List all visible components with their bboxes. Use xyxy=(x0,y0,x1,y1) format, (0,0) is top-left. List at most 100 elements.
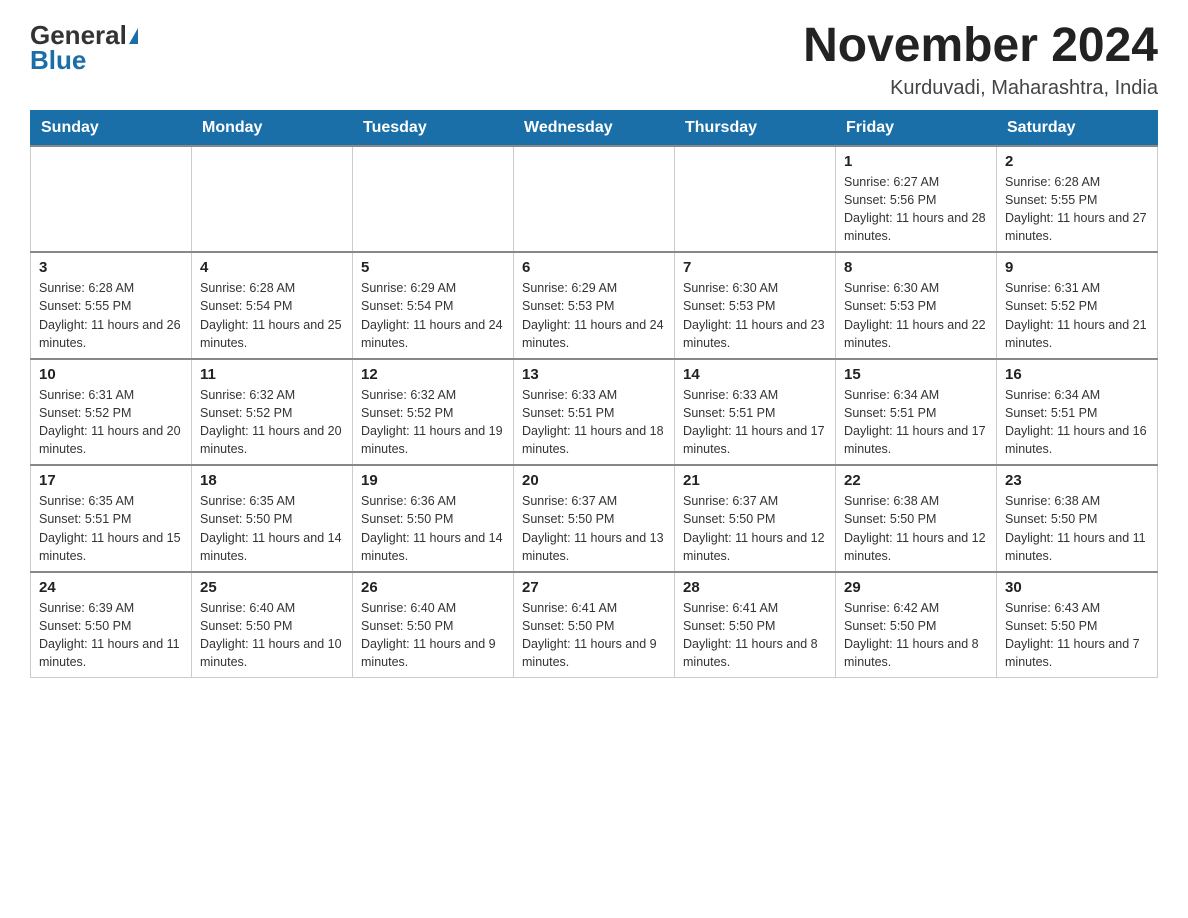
day-info: Sunrise: 6:38 AMSunset: 5:50 PMDaylight:… xyxy=(844,492,988,565)
day-info: Sunrise: 6:32 AMSunset: 5:52 PMDaylight:… xyxy=(200,386,344,459)
week-row-2: 3 Sunrise: 6:28 AMSunset: 5:55 PMDaylight… xyxy=(31,252,1158,359)
day-number: 14 xyxy=(683,366,827,383)
day-number: 7 xyxy=(683,259,827,276)
day-number: 13 xyxy=(522,366,666,383)
day-cell: 21 Sunrise: 6:37 AMSunset: 5:50 PMDayligh… xyxy=(675,465,836,572)
day-cell: 25Sunrise: 6:40 AMSunset: 5:50 PMDayligh… xyxy=(192,572,353,678)
header-day-thursday: Thursday xyxy=(675,110,836,146)
day-number: 1 xyxy=(844,153,988,170)
day-info: Sunrise: 6:31 AMSunset: 5:52 PMDaylight:… xyxy=(1005,279,1149,352)
day-number: 25 xyxy=(200,579,344,596)
day-cell: 5 Sunrise: 6:29 AMSunset: 5:54 PMDaylight… xyxy=(353,252,514,359)
day-info: Sunrise: 6:39 AMSunset: 5:50 PMDaylight:… xyxy=(39,599,183,672)
day-cell: 12 Sunrise: 6:32 AMSunset: 5:52 PMDayligh… xyxy=(353,359,514,466)
week-row-4: 17 Sunrise: 6:35 AMSunset: 5:51 PMDayligh… xyxy=(31,465,1158,572)
day-info: Sunrise: 6:36 AMSunset: 5:50 PMDaylight:… xyxy=(361,492,505,565)
header-day-sunday: Sunday xyxy=(31,110,192,146)
day-number: 29 xyxy=(844,579,988,596)
day-cell: 20 Sunrise: 6:37 AMSunset: 5:50 PMDayligh… xyxy=(514,465,675,572)
day-number: 17 xyxy=(39,472,183,489)
day-number: 3 xyxy=(39,259,183,276)
day-cell xyxy=(31,146,192,253)
day-cell xyxy=(675,146,836,253)
day-number: 26 xyxy=(361,579,505,596)
day-info: Sunrise: 6:29 AMSunset: 5:53 PMDaylight:… xyxy=(522,279,666,352)
day-cell: 3 Sunrise: 6:28 AMSunset: 5:55 PMDaylight… xyxy=(31,252,192,359)
day-number: 4 xyxy=(200,259,344,276)
day-cell: 15 Sunrise: 6:34 AMSunset: 5:51 PMDayligh… xyxy=(836,359,997,466)
day-cell: 29 Sunrise: 6:42 AMSunset: 5:50 PMDayligh… xyxy=(836,572,997,678)
day-number: 6 xyxy=(522,259,666,276)
day-number: 21 xyxy=(683,472,827,489)
day-number: 16 xyxy=(1005,366,1149,383)
day-cell: 4 Sunrise: 6:28 AMSunset: 5:54 PMDaylight… xyxy=(192,252,353,359)
header-day-saturday: Saturday xyxy=(997,110,1158,146)
day-number: 2 xyxy=(1005,153,1149,170)
day-number: 19 xyxy=(361,472,505,489)
day-info: Sunrise: 6:29 AMSunset: 5:54 PMDaylight:… xyxy=(361,279,505,352)
week-row-3: 10Sunrise: 6:31 AMSunset: 5:52 PMDayligh… xyxy=(31,359,1158,466)
day-cell xyxy=(192,146,353,253)
day-info: Sunrise: 6:32 AMSunset: 5:52 PMDaylight:… xyxy=(361,386,505,459)
day-cell: 17 Sunrise: 6:35 AMSunset: 5:51 PMDayligh… xyxy=(31,465,192,572)
day-number: 30 xyxy=(1005,579,1149,596)
day-cell: 30 Sunrise: 6:43 AMSunset: 5:50 PMDayligh… xyxy=(997,572,1158,678)
day-cell: 8 Sunrise: 6:30 AMSunset: 5:53 PMDaylight… xyxy=(836,252,997,359)
day-cell xyxy=(353,146,514,253)
day-info: Sunrise: 6:28 AMSunset: 5:55 PMDaylight:… xyxy=(39,279,183,352)
day-info: Sunrise: 6:30 AMSunset: 5:53 PMDaylight:… xyxy=(844,279,988,352)
day-number: 10 xyxy=(39,366,183,383)
header-day-tuesday: Tuesday xyxy=(353,110,514,146)
logo-blue-text: Blue xyxy=(30,45,86,76)
day-cell: 19 Sunrise: 6:36 AMSunset: 5:50 PMDayligh… xyxy=(353,465,514,572)
day-info: Sunrise: 6:42 AMSunset: 5:50 PMDaylight:… xyxy=(844,599,988,672)
day-cell: 7 Sunrise: 6:30 AMSunset: 5:53 PMDaylight… xyxy=(675,252,836,359)
logo: General Blue xyxy=(30,20,138,76)
page-header: General Blue November 2024 Kurduvadi, Ma… xyxy=(30,20,1158,100)
day-cell: 11 Sunrise: 6:32 AMSunset: 5:52 PMDayligh… xyxy=(192,359,353,466)
day-number: 8 xyxy=(844,259,988,276)
week-row-5: 24 Sunrise: 6:39 AMSunset: 5:50 PMDayligh… xyxy=(31,572,1158,678)
day-number: 23 xyxy=(1005,472,1149,489)
day-number: 15 xyxy=(844,366,988,383)
day-info: Sunrise: 6:34 AMSunset: 5:51 PMDaylight:… xyxy=(1005,386,1149,459)
day-cell: 1 Sunrise: 6:27 AMSunset: 5:56 PMDaylight… xyxy=(836,146,997,253)
day-cell: 9 Sunrise: 6:31 AMSunset: 5:52 PMDaylight… xyxy=(997,252,1158,359)
day-cell: 24 Sunrise: 6:39 AMSunset: 5:50 PMDayligh… xyxy=(31,572,192,678)
day-number: 27 xyxy=(522,579,666,596)
day-cell: 2Sunrise: 6:28 AMSunset: 5:55 PMDaylight… xyxy=(997,146,1158,253)
calendar-subtitle: Kurduvadi, Maharashtra, India xyxy=(803,77,1158,100)
header-row: SundayMondayTuesdayWednesdayThursdayFrid… xyxy=(31,110,1158,146)
day-cell: 18Sunrise: 6:35 AMSunset: 5:50 PMDayligh… xyxy=(192,465,353,572)
title-area: November 2024 Kurduvadi, Maharashtra, In… xyxy=(803,20,1158,100)
day-info: Sunrise: 6:35 AMSunset: 5:50 PMDaylight:… xyxy=(200,492,344,565)
day-cell: 16 Sunrise: 6:34 AMSunset: 5:51 PMDayligh… xyxy=(997,359,1158,466)
header-day-monday: Monday xyxy=(192,110,353,146)
day-info: Sunrise: 6:43 AMSunset: 5:50 PMDaylight:… xyxy=(1005,599,1149,672)
day-info: Sunrise: 6:37 AMSunset: 5:50 PMDaylight:… xyxy=(683,492,827,565)
day-number: 28 xyxy=(683,579,827,596)
day-number: 11 xyxy=(200,366,344,383)
day-number: 5 xyxy=(361,259,505,276)
day-info: Sunrise: 6:33 AMSunset: 5:51 PMDaylight:… xyxy=(683,386,827,459)
day-info: Sunrise: 6:41 AMSunset: 5:50 PMDaylight:… xyxy=(522,599,666,672)
day-number: 9 xyxy=(1005,259,1149,276)
day-cell xyxy=(514,146,675,253)
day-info: Sunrise: 6:35 AMSunset: 5:51 PMDaylight:… xyxy=(39,492,183,565)
logo-triangle-icon xyxy=(129,28,138,44)
day-cell: 10Sunrise: 6:31 AMSunset: 5:52 PMDayligh… xyxy=(31,359,192,466)
day-cell: 28Sunrise: 6:41 AMSunset: 5:50 PMDayligh… xyxy=(675,572,836,678)
day-cell: 23Sunrise: 6:38 AMSunset: 5:50 PMDayligh… xyxy=(997,465,1158,572)
day-info: Sunrise: 6:34 AMSunset: 5:51 PMDaylight:… xyxy=(844,386,988,459)
day-info: Sunrise: 6:27 AMSunset: 5:56 PMDaylight:… xyxy=(844,173,988,246)
day-info: Sunrise: 6:28 AMSunset: 5:54 PMDaylight:… xyxy=(200,279,344,352)
calendar-table: SundayMondayTuesdayWednesdayThursdayFrid… xyxy=(30,110,1158,679)
day-info: Sunrise: 6:37 AMSunset: 5:50 PMDaylight:… xyxy=(522,492,666,565)
day-number: 24 xyxy=(39,579,183,596)
header-day-friday: Friday xyxy=(836,110,997,146)
day-number: 20 xyxy=(522,472,666,489)
day-info: Sunrise: 6:30 AMSunset: 5:53 PMDaylight:… xyxy=(683,279,827,352)
day-info: Sunrise: 6:33 AMSunset: 5:51 PMDaylight:… xyxy=(522,386,666,459)
day-number: 12 xyxy=(361,366,505,383)
day-cell: 27 Sunrise: 6:41 AMSunset: 5:50 PMDayligh… xyxy=(514,572,675,678)
